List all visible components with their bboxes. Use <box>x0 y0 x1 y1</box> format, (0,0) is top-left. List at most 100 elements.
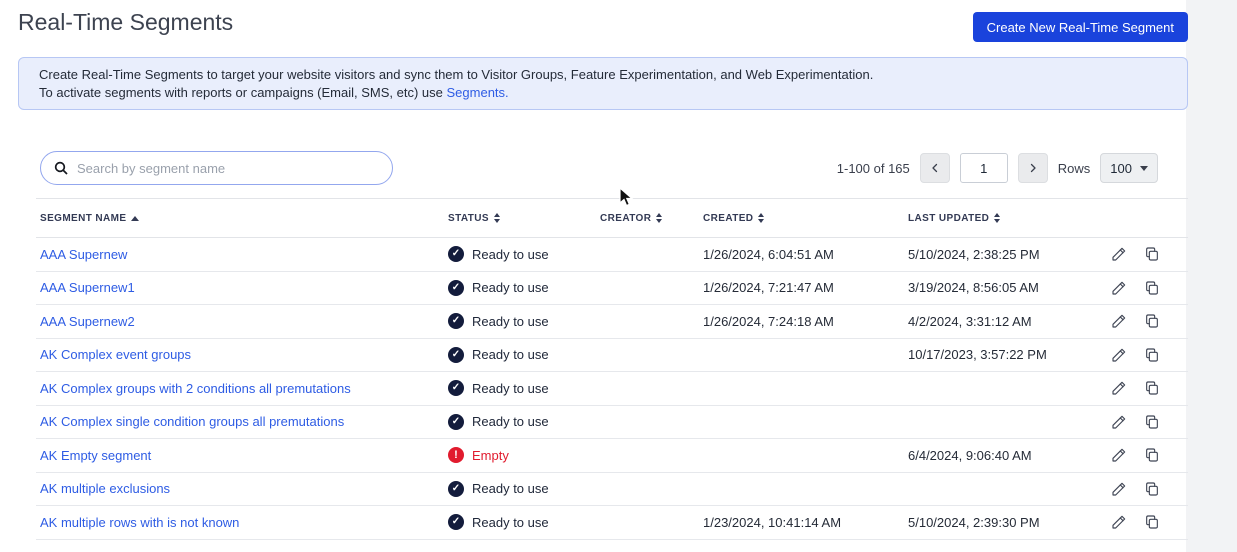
rows-per-page-value: 100 <box>1110 160 1132 176</box>
status-badge: ✓ Ready to use <box>448 413 600 430</box>
sort-icon <box>758 213 765 223</box>
pagination: 1-100 of 165 Rows 100 <box>837 152 1158 184</box>
segment-name-cell: AAA Supernew2 <box>36 314 448 329</box>
status-badge: ✓ Ready to use <box>448 346 600 363</box>
segment-name-cell: AK multiple rows with is not known <box>36 515 448 530</box>
duplicate-copy-icon[interactable] <box>1144 280 1160 296</box>
created-cell: 1/23/2024, 10:41:14 AM <box>703 514 842 530</box>
column-header-status[interactable]: STATUS <box>448 213 600 224</box>
segment-name-link[interactable]: AAA Supernew2 <box>40 314 135 329</box>
sort-icon <box>493 213 500 223</box>
row-actions <box>1100 347 1188 363</box>
edit-pencil-icon[interactable] <box>1111 380 1127 396</box>
edit-pencil-icon[interactable] <box>1111 280 1127 296</box>
search-input[interactable] <box>77 160 380 176</box>
page-background-gutter <box>1186 0 1237 552</box>
chevron-right-icon <box>1027 162 1039 174</box>
created-cell: 1/26/2024, 7:21:47 AM <box>703 280 834 296</box>
chevron-left-icon <box>929 162 941 174</box>
check-circle-icon: ✓ <box>448 514 464 531</box>
created-cell: 1/26/2024, 7:24:18 AM <box>703 313 834 329</box>
check-circle-icon: ✓ <box>448 246 464 263</box>
edit-pencil-icon[interactable] <box>1111 481 1127 497</box>
segments-link[interactable]: Segments. <box>447 85 509 100</box>
table-row: AK Complex groups with 2 conditions all … <box>36 372 1188 406</box>
edit-pencil-icon[interactable] <box>1111 514 1127 530</box>
page-title: Real-Time Segments <box>18 9 234 35</box>
column-header-created[interactable]: CREATED <box>703 213 908 224</box>
row-actions <box>1100 414 1188 430</box>
segment-name-cell: AK Complex single condition groups all p… <box>36 414 448 429</box>
prev-page-button[interactable] <box>919 153 950 183</box>
table-row: AK Complex event groups ✓ Ready to use 1… <box>36 339 1188 372</box>
segment-name-link[interactable]: AAA Supernew1 <box>40 280 135 295</box>
edit-pencil-icon[interactable] <box>1111 414 1127 430</box>
table-row: AK multiple exclusions ✓ Ready to use <box>36 473 1188 506</box>
status-badge: ✓ Ready to use <box>448 313 600 330</box>
row-actions <box>1100 481 1188 497</box>
table-header: SEGMENT NAME STATUS CREATOR CREATED LAST… <box>36 198 1188 238</box>
check-circle-icon: ✓ <box>448 480 464 497</box>
rows-per-page-select[interactable]: 100 <box>1100 153 1158 183</box>
row-actions <box>1100 514 1188 530</box>
duplicate-copy-icon[interactable] <box>1144 514 1160 530</box>
column-header-segment-name[interactable]: SEGMENT NAME <box>36 213 448 224</box>
edit-pencil-icon[interactable] <box>1111 246 1127 262</box>
status-badge: ✓ Ready to use <box>448 246 600 263</box>
segment-name-cell: AK Complex groups with 2 conditions all … <box>36 381 448 396</box>
table-row: AAA Supernew1 ✓ Ready to use 1/26/2024, … <box>36 272 1188 305</box>
table-row: AK Complex single condition groups all p… <box>36 406 1188 439</box>
error-circle-icon: ! <box>448 447 464 464</box>
row-actions <box>1100 447 1188 463</box>
duplicate-copy-icon[interactable] <box>1144 380 1160 396</box>
duplicate-copy-icon[interactable] <box>1144 481 1160 497</box>
status-badge: ✓ Ready to use <box>448 514 600 531</box>
duplicate-copy-icon[interactable] <box>1144 414 1160 430</box>
check-circle-icon: ✓ <box>448 413 464 430</box>
edit-pencil-icon[interactable] <box>1111 347 1127 363</box>
row-actions <box>1100 280 1188 296</box>
segment-name-link[interactable]: AK multiple exclusions <box>40 481 170 496</box>
duplicate-copy-icon[interactable] <box>1144 246 1160 262</box>
row-actions <box>1100 380 1188 396</box>
status-badge: ✓ Ready to use <box>448 480 600 497</box>
segment-name-cell: AK Complex event groups <box>36 347 448 362</box>
check-circle-icon: ✓ <box>448 380 464 397</box>
page-number-input[interactable] <box>959 153 1008 183</box>
column-header-last-updated[interactable]: LAST UPDATED <box>908 213 1100 224</box>
segment-name-link[interactable]: AK Complex groups with 2 conditions all … <box>40 381 351 396</box>
table-row: AAA Supernew2 ✓ Ready to use 1/26/2024, … <box>36 305 1188 339</box>
create-segment-button[interactable]: Create New Real-Time Segment <box>972 12 1188 42</box>
duplicate-copy-icon[interactable] <box>1144 447 1160 463</box>
check-circle-icon: ✓ <box>448 313 464 330</box>
segments-table: SEGMENT NAME STATUS CREATOR CREATED LAST… <box>36 198 1188 540</box>
last-updated-cell: 4/2/2024, 3:31:12 AM <box>908 313 1032 329</box>
status-badge: ✓ Ready to use <box>448 380 600 397</box>
edit-pencil-icon[interactable] <box>1111 313 1127 329</box>
edit-pencil-icon[interactable] <box>1111 447 1127 463</box>
info-banner-line2: To activate segments with reports or cam… <box>39 85 509 100</box>
segment-name-link[interactable]: AK Empty segment <box>40 448 151 463</box>
search-box[interactable] <box>40 151 393 185</box>
sort-icon <box>656 213 663 223</box>
info-banner-line1: Create Real-Time Segments to target your… <box>39 67 874 82</box>
row-actions <box>1100 313 1188 329</box>
chevron-down-icon <box>1140 165 1148 171</box>
status-badge: ! Empty <box>448 447 600 464</box>
last-updated-cell: 5/10/2024, 2:39:30 PM <box>908 514 1040 530</box>
segment-name-link[interactable]: AK Complex single condition groups all p… <box>40 414 344 429</box>
table-row: AK Empty segment ! Empty 6/4/2024, 9:06:… <box>36 439 1188 473</box>
table-row: AAA Supernew ✓ Ready to use 1/26/2024, 6… <box>36 238 1188 272</box>
sort-icon <box>994 213 1001 223</box>
sort-asc-icon <box>131 215 140 221</box>
segment-name-link[interactable]: AK Complex event groups <box>40 347 191 362</box>
check-circle-icon: ✓ <box>448 346 464 363</box>
table-body: AAA Supernew ✓ Ready to use 1/26/2024, 6… <box>36 238 1188 540</box>
duplicate-copy-icon[interactable] <box>1144 347 1160 363</box>
column-header-creator[interactable]: CREATOR <box>600 213 703 224</box>
segment-name-link[interactable]: AK multiple rows with is not known <box>40 515 239 530</box>
last-updated-cell: 5/10/2024, 2:38:25 PM <box>908 246 1040 262</box>
next-page-button[interactable] <box>1017 153 1048 183</box>
duplicate-copy-icon[interactable] <box>1144 313 1160 329</box>
segment-name-link[interactable]: AAA Supernew <box>40 247 127 262</box>
